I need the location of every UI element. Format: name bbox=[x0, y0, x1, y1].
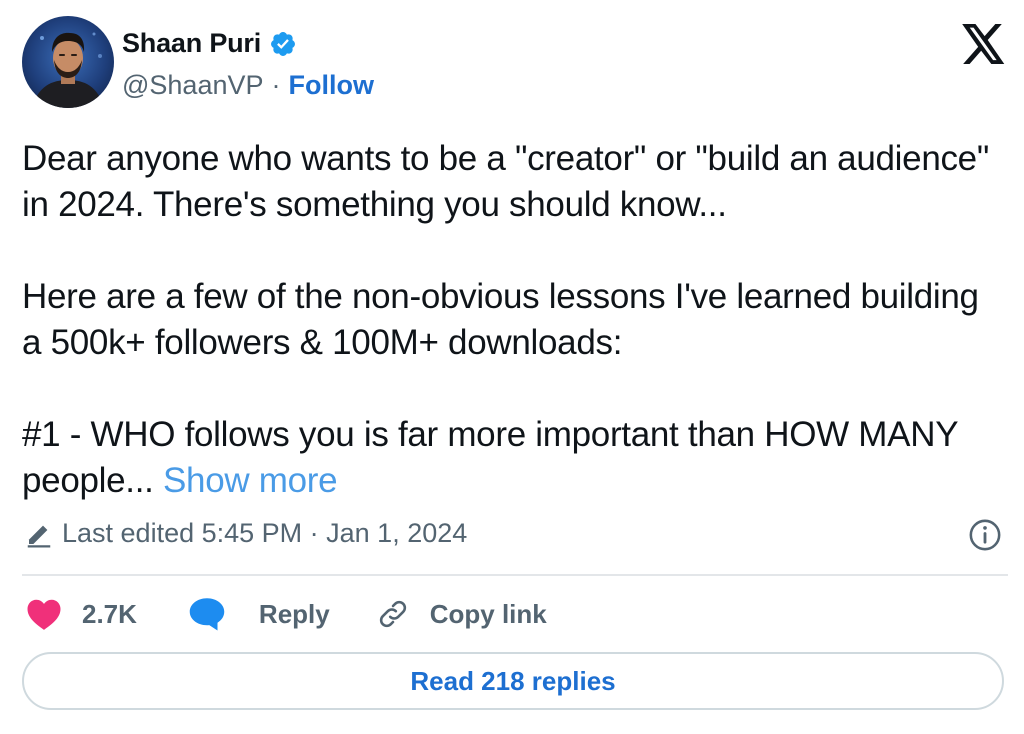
author-handle-row: @ShaanVP · Follow bbox=[122, 70, 374, 101]
tweet-body: Dear anyone who wants to be a "creator" … bbox=[22, 136, 1002, 504]
handle-separator: · bbox=[271, 70, 281, 100]
copy-link-button[interactable]: Copy link bbox=[376, 597, 547, 631]
link-icon bbox=[376, 597, 410, 631]
reply-button[interactable]: Reply bbox=[187, 596, 330, 632]
x-logo-icon[interactable] bbox=[962, 24, 1006, 64]
last-edited-text: Last edited 5:45 PM · Jan 1, 2024 bbox=[62, 518, 468, 548]
copy-link-label: Copy link bbox=[429, 598, 547, 629]
tweet-paragraph: Here are a few of the non-obvious lesson… bbox=[22, 277, 979, 362]
verified-badge-icon bbox=[269, 30, 297, 58]
divider bbox=[22, 574, 1008, 576]
like-button[interactable]: 2.7K bbox=[26, 597, 137, 631]
actions-row: 2.7K Reply Copy link bbox=[26, 592, 547, 636]
pencil-icon bbox=[24, 519, 54, 549]
reply-label: Reply bbox=[258, 598, 330, 629]
last-edited-row[interactable]: Last edited 5:45 PM · Jan 1, 2024 bbox=[24, 518, 467, 549]
tweet-paragraph-last: #1 - WHO follows you is far more importa… bbox=[22, 412, 1002, 504]
author-name-row: Shaan Puri bbox=[122, 28, 297, 59]
show-more-link[interactable]: Show more bbox=[163, 461, 338, 500]
like-count: 2.7K bbox=[82, 598, 137, 629]
avatar-portrait bbox=[32, 32, 104, 108]
tweet-paragraph: Dear anyone who wants to be a "creator" … bbox=[22, 139, 989, 224]
author-handle[interactable]: @ShaanVP bbox=[122, 70, 264, 101]
heart-icon bbox=[26, 597, 62, 631]
info-icon[interactable] bbox=[968, 518, 1002, 552]
follow-button[interactable]: Follow bbox=[289, 70, 374, 101]
read-replies-label: Read 218 replies bbox=[410, 665, 616, 696]
speech-bubble-icon bbox=[187, 596, 227, 632]
avatar[interactable] bbox=[22, 16, 114, 108]
read-replies-button[interactable]: Read 218 replies bbox=[22, 652, 1004, 710]
author-display-name[interactable]: Shaan Puri bbox=[122, 28, 261, 59]
